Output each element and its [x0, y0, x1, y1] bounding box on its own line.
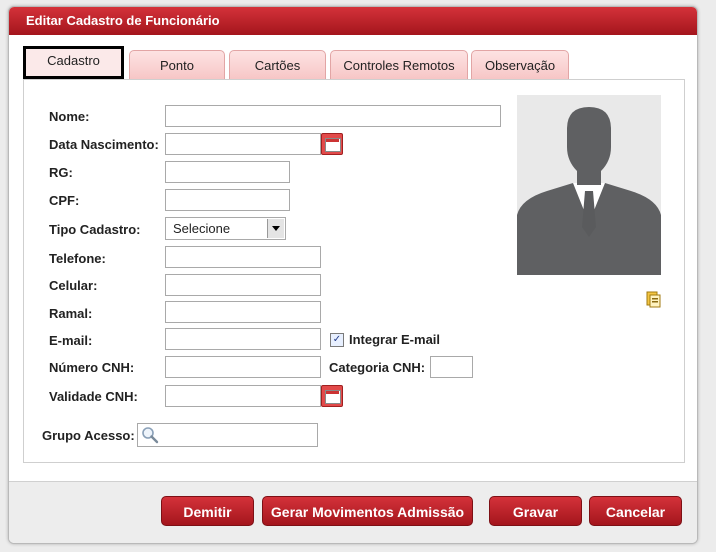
rg-label: RG:: [49, 165, 73, 180]
rg-input[interactable]: [165, 161, 290, 183]
validade-cnh-input[interactable]: [165, 385, 321, 407]
tipo-cadastro-select[interactable]: Selecione: [165, 217, 286, 240]
nome-label: Nome:: [49, 109, 90, 124]
photo-upload-icon[interactable]: [644, 290, 662, 308]
integrar-email-checkbox[interactable]: ✓: [330, 333, 344, 347]
gerar-movimentos-admissao-button[interactable]: Gerar Movimentos Admissão: [262, 496, 473, 526]
categoria-cnh-label: Categoria CNH:: [329, 360, 426, 375]
tab-ponto[interactable]: Ponto: [129, 50, 225, 79]
edit-employee-dialog: Editar Cadastro de Funcionário Cadastro …: [8, 6, 698, 544]
ramal-label: Ramal:: [49, 306, 93, 321]
tipo-cadastro-value: Selecione: [173, 221, 231, 236]
categoria-cnh-input[interactable]: [430, 356, 473, 378]
telefone-label: Telefone:: [49, 251, 106, 266]
calendar-icon[interactable]: [321, 385, 343, 407]
tab-controles-remotos[interactable]: Controles Remotos: [330, 50, 468, 79]
numero-cnh-input[interactable]: [165, 356, 321, 378]
data-nascimento-input[interactable]: [165, 133, 321, 155]
telefone-input[interactable]: [165, 246, 321, 268]
chevron-down-icon[interactable]: [267, 219, 284, 238]
ramal-input[interactable]: [165, 301, 321, 323]
tab-observacao[interactable]: Observação: [471, 50, 569, 79]
gravar-button[interactable]: Gravar: [489, 496, 582, 526]
tipo-cadastro-label: Tipo Cadastro:: [49, 222, 141, 237]
tab-cartoes[interactable]: Cartões: [229, 50, 326, 79]
nome-input[interactable]: [165, 105, 501, 127]
integrar-email-label: Integrar E-mail: [349, 332, 441, 347]
dialog-footer: Demitir Gerar Movimentos Admissão Gravar…: [9, 481, 697, 543]
avatar-silhouette-icon: [517, 95, 661, 275]
calendar-icon[interactable]: [321, 133, 343, 155]
numero-cnh-label: Número CNH:: [49, 360, 135, 375]
demitir-button[interactable]: Demitir: [161, 496, 254, 526]
email-label: E-mail:: [49, 333, 93, 348]
cancelar-button[interactable]: Cancelar: [589, 496, 682, 526]
grupo-acesso-input[interactable]: [137, 423, 318, 447]
celular-label: Celular:: [49, 278, 98, 293]
data-nascimento-label: Data Nascimento:: [49, 137, 159, 152]
dialog-title: Editar Cadastro de Funcionário: [9, 7, 697, 35]
tab-cadastro[interactable]: Cadastro: [23, 46, 124, 79]
celular-input[interactable]: [165, 274, 321, 296]
grupo-acesso-label: Grupo Acesso:: [42, 428, 135, 443]
email-input[interactable]: [165, 328, 321, 350]
validade-cnh-label: Validade CNH:: [49, 389, 138, 404]
employee-photo: [517, 95, 661, 275]
search-icon: [142, 427, 159, 444]
cpf-input[interactable]: [165, 189, 290, 211]
cpf-label: CPF:: [49, 193, 80, 208]
